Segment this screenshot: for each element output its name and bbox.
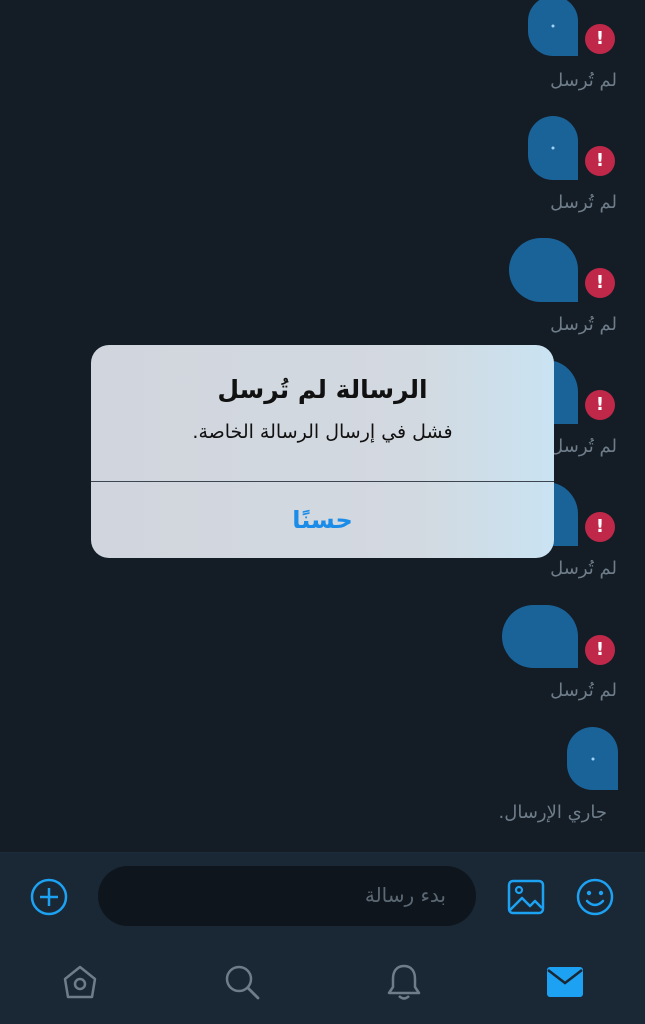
error-icon[interactable]: !: [585, 635, 615, 665]
alert-message: فشل في إرسال الرسالة الخاصة.: [192, 421, 453, 443]
image-icon[interactable]: [506, 877, 546, 917]
message-bubble[interactable]: [528, 116, 578, 180]
message-bubble[interactable]: [528, 0, 578, 56]
message-status: لم تُرسل: [550, 680, 617, 701]
alert-dialog: الرسالة لم تُرسل فشل في إرسال الرسالة ال…: [91, 345, 554, 558]
tab-bar: [0, 940, 645, 1024]
messages-icon[interactable]: [546, 965, 584, 999]
message-status: لم تُرسل: [550, 436, 617, 457]
message-bubble[interactable]: [502, 605, 578, 668]
error-icon[interactable]: !: [585, 268, 615, 298]
error-icon[interactable]: !: [585, 390, 615, 420]
message-status: لم تُرسل: [550, 70, 617, 91]
message-dot: [591, 757, 594, 760]
home-icon[interactable]: [61, 963, 99, 1001]
message-dot: [551, 24, 555, 28]
message-status: لم تُرسل: [550, 192, 617, 213]
message-bubble[interactable]: [509, 238, 578, 302]
ok-button[interactable]: حسنًا: [91, 482, 554, 558]
message-dot: [551, 146, 555, 150]
search-icon[interactable]: [223, 963, 261, 1001]
alert-title: الرسالة لم تُرسل: [217, 375, 428, 404]
error-icon[interactable]: !: [585, 24, 615, 54]
message-status: لم تُرسل: [550, 314, 617, 335]
composer-bar: بدء رسالة: [0, 852, 645, 941]
message-status: لم تُرسل: [550, 558, 617, 579]
notifications-icon[interactable]: [385, 962, 423, 1002]
error-icon[interactable]: !: [585, 512, 615, 542]
message-input[interactable]: بدء رسالة: [98, 866, 476, 926]
message-input-placeholder: بدء رسالة: [364, 883, 446, 907]
message-bubble[interactable]: [567, 727, 618, 790]
error-icon[interactable]: !: [585, 146, 615, 176]
message-status-sending: جاري الإرسال.: [498, 802, 607, 823]
add-icon[interactable]: [29, 877, 69, 917]
emoji-icon[interactable]: [575, 877, 615, 917]
